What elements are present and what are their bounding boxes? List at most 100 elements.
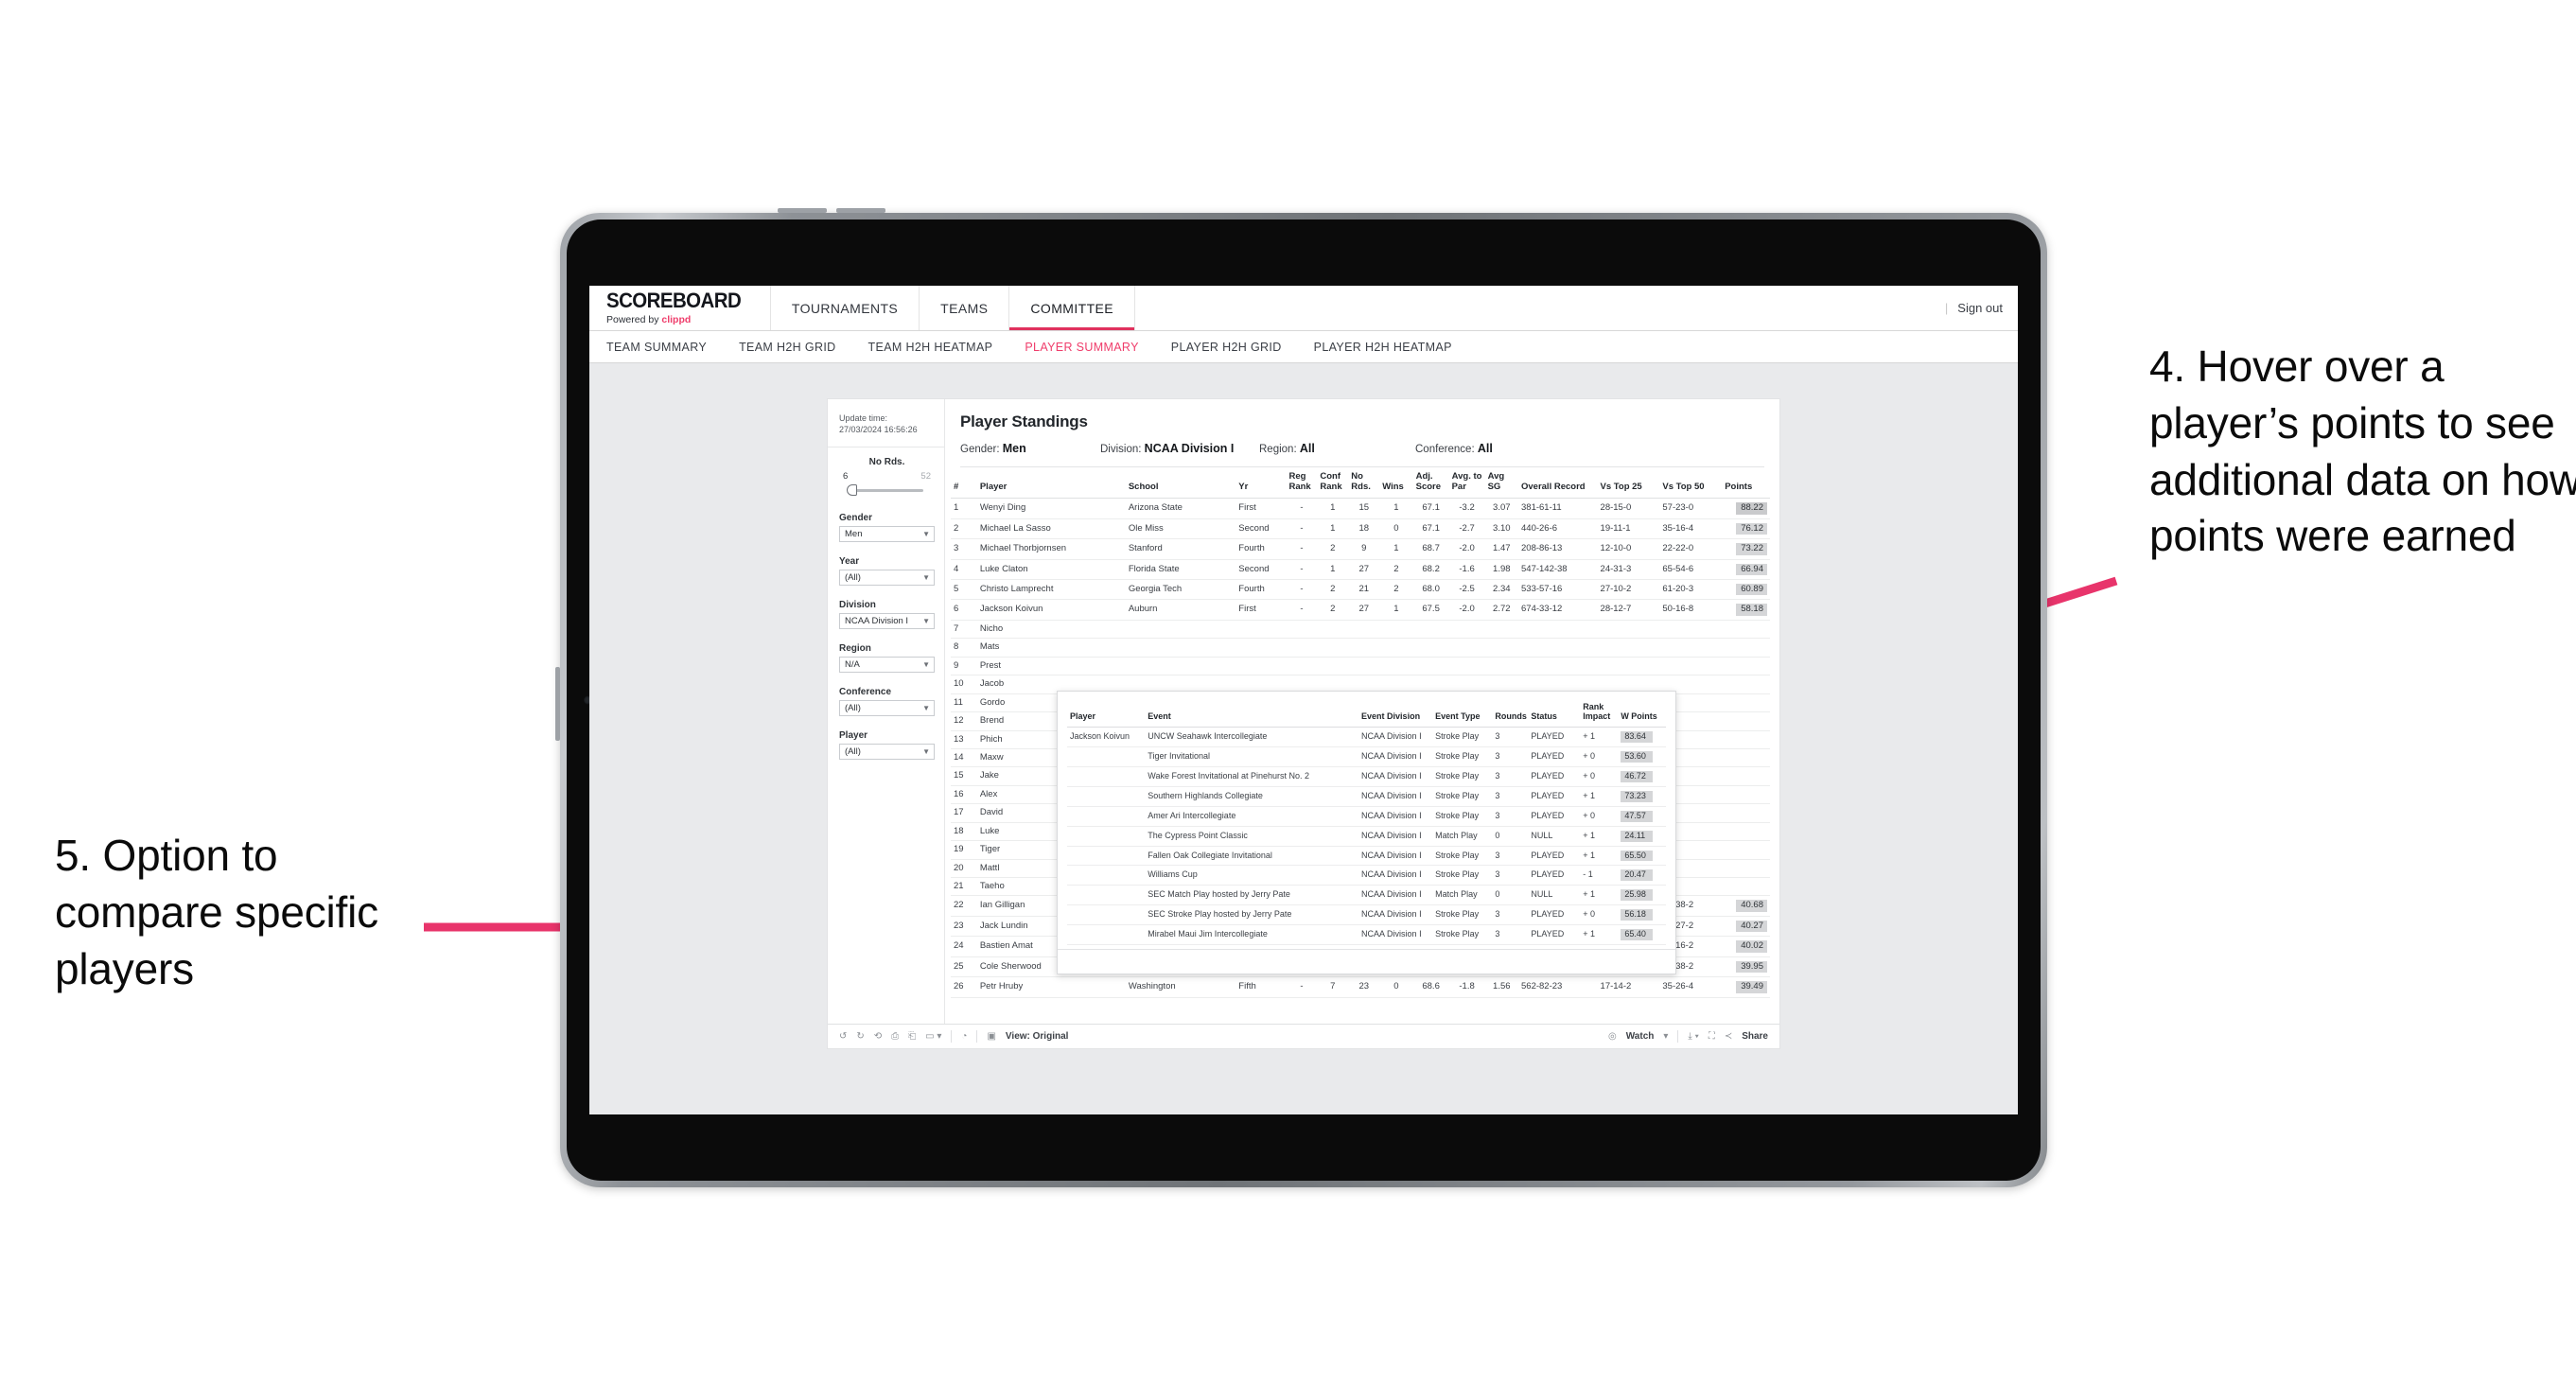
cell-points[interactable]: 40.27 [1722,916,1770,938]
download-icon[interactable]: ⤓ ▾ [1688,1031,1698,1042]
table-row[interactable]: 6 Jackson Koivun Auburn First -2 27 1 67.5 -2.0 2… [951,599,1770,621]
cell-points[interactable] [1722,840,1770,860]
points-value[interactable]: 88.22 [1736,502,1767,515]
points-value[interactable]: 39.49 [1736,981,1767,993]
view-original-icon[interactable]: ▭ ▾ [925,1031,941,1042]
col-year[interactable]: Yr [1235,467,1287,500]
col-vs-top-50[interactable]: Vs Top 50 [1659,467,1723,500]
points-value[interactable]: 60.89 [1736,584,1767,596]
cell-points[interactable]: 76.12 [1722,518,1770,540]
redo-icon[interactable]: ↻ [856,1031,864,1042]
table-row[interactable]: 4 Luke Claton Florida State Second -1 27 2 68.2… [951,559,1770,581]
col-wins[interactable]: Wins [1379,467,1413,500]
cell-points[interactable]: 40.02 [1722,936,1770,957]
col-rank[interactable]: # [951,467,977,500]
share-icon[interactable]: ≺ [1725,1031,1732,1042]
sign-out-link[interactable]: Sign out [1957,301,2003,315]
standings-table-container[interactable]: # Player School Yr Reg Rank Conf Rank No… [945,467,1779,1024]
col-no-rounds[interactable]: No Rds. [1348,467,1380,500]
table-row[interactable]: 5 Christo Lamprecht Georgia Tech Fourth -2 21… [951,579,1770,601]
tab-player-summary[interactable]: PLAYER SUMMARY [1025,341,1138,354]
filter-player-select[interactable]: (All) ▼ [839,744,935,761]
col-reg-rank[interactable]: Reg Rank [1286,467,1318,500]
tab-player-h2h-grid[interactable]: PLAYER H2H GRID [1171,341,1282,354]
brand-logo[interactable]: SCOREBOARD Powered by clippd [589,286,771,330]
col-player[interactable]: Player [976,467,1126,500]
cell-points[interactable]: 60.89 [1722,579,1770,601]
cell-points[interactable] [1722,766,1770,786]
table-row[interactable]: 26 Petr Hruby Washington Fifth -7 23 0 68.6 -1.8… [951,976,1770,998]
cell-points[interactable] [1722,657,1770,676]
cell-points[interactable] [1722,730,1770,749]
undo-icon[interactable]: ↺ [839,1031,847,1042]
nav-item-teams[interactable]: TEAMS [920,286,1010,330]
col-vs-top-25[interactable]: Vs Top 25 [1597,467,1660,500]
nav-item-tournaments[interactable]: TOURNAMENTS [771,286,920,330]
table-row[interactable]: 8 Mats [951,638,1770,658]
tab-team-h2h-grid[interactable]: TEAM H2H GRID [739,341,835,354]
cell-points[interactable] [1722,748,1770,768]
share-label[interactable]: Share [1742,1031,1768,1042]
cell-points[interactable] [1722,638,1770,658]
col-adj-score[interactable]: Adj. Score [1412,467,1449,500]
col-avg-to-par[interactable]: Avg. to Par [1448,467,1485,500]
filter-year-select[interactable]: (All) ▼ [839,570,935,587]
table-row[interactable]: 7 Nicho [951,620,1770,640]
no-rounds-slider[interactable]: No Rds. 6 52 [839,457,935,497]
cell-points[interactable]: 58.18 [1722,599,1770,621]
watch-icon[interactable]: ◎ [1608,1031,1617,1042]
cell-points[interactable] [1722,693,1770,713]
filter-division-select[interactable]: NCAA Division I ▼ [839,613,935,630]
points-value[interactable]: 76.12 [1736,522,1767,535]
cell-points[interactable] [1722,675,1770,694]
table-row[interactable]: 3 Michael Thorbjornsen Stanford Fourth -2 9 1 6… [951,538,1770,560]
filter-conference-select[interactable]: (All) ▼ [839,700,935,717]
slider-track[interactable] [845,484,929,497]
points-value[interactable]: 58.18 [1736,604,1767,616]
cell-points[interactable] [1722,822,1770,842]
col-avg-sg[interactable]: Avg SG [1484,467,1518,500]
points-value[interactable]: 73.22 [1736,543,1767,555]
points-value[interactable]: 40.02 [1736,940,1767,953]
table-row[interactable]: 2 Michael La Sasso Ole Miss Second -1 18 0 67.1… [951,518,1770,540]
filter-gender-select[interactable]: Men ▼ [839,526,935,543]
points-value[interactable]: 39.95 [1736,960,1767,974]
cell-points[interactable] [1722,711,1770,731]
watch-label[interactable]: Watch [1626,1031,1655,1042]
cell-points[interactable]: 39.95 [1722,956,1770,978]
col-points[interactable]: Points [1722,467,1770,500]
table-row[interactable]: 9 Prest [951,657,1770,676]
col-school[interactable]: School [1125,467,1236,500]
refresh-icon[interactable]: ⎙ [891,1031,899,1042]
watch-caret-icon[interactable]: ▾ [1663,1031,1668,1042]
power-button[interactable] [555,667,560,741]
cell-points[interactable] [1722,785,1770,805]
cell-points[interactable]: 39.49 [1722,976,1770,998]
points-value[interactable]: 66.94 [1736,563,1767,575]
table-row[interactable]: 1 Wenyi Ding Arizona State First -1 15 1 67.1 -3… [951,498,1770,519]
cell-points[interactable] [1722,620,1770,640]
clock-icon[interactable]: ◔ [961,1031,967,1042]
tab-team-summary[interactable]: TEAM SUMMARY [606,341,707,354]
tab-player-h2h-heatmap[interactable]: PLAYER H2H HEATMAP [1314,341,1452,354]
cell-points[interactable]: 88.22 [1722,498,1770,519]
filter-region-select[interactable]: N/A ▼ [839,657,935,674]
col-overall-record[interactable]: Overall Record [1518,467,1598,500]
points-value[interactable]: 40.27 [1736,920,1767,933]
pause-updates-icon[interactable]: ⎗ [908,1031,916,1042]
cell-points[interactable]: 73.22 [1722,538,1770,560]
volume-down-button[interactable] [836,208,885,213]
cell-points[interactable]: 66.94 [1722,559,1770,581]
cell-points[interactable]: 40.68 [1722,895,1770,917]
cell-points[interactable] [1722,803,1770,823]
col-conf-rank[interactable]: Conf Rank [1317,467,1349,500]
points-value[interactable]: 40.68 [1736,900,1767,912]
revert-icon[interactable]: ⟲ [874,1031,882,1042]
fullscreen-icon[interactable]: ⛶ [1709,1031,1715,1042]
nav-item-committee[interactable]: COMMITTEE [1009,286,1135,330]
slider-handle[interactable] [847,484,857,497]
cell-points[interactable] [1722,859,1770,879]
volume-up-button[interactable] [778,208,827,213]
cell-points[interactable] [1722,877,1770,897]
tab-team-h2h-heatmap[interactable]: TEAM H2H HEATMAP [868,341,993,354]
